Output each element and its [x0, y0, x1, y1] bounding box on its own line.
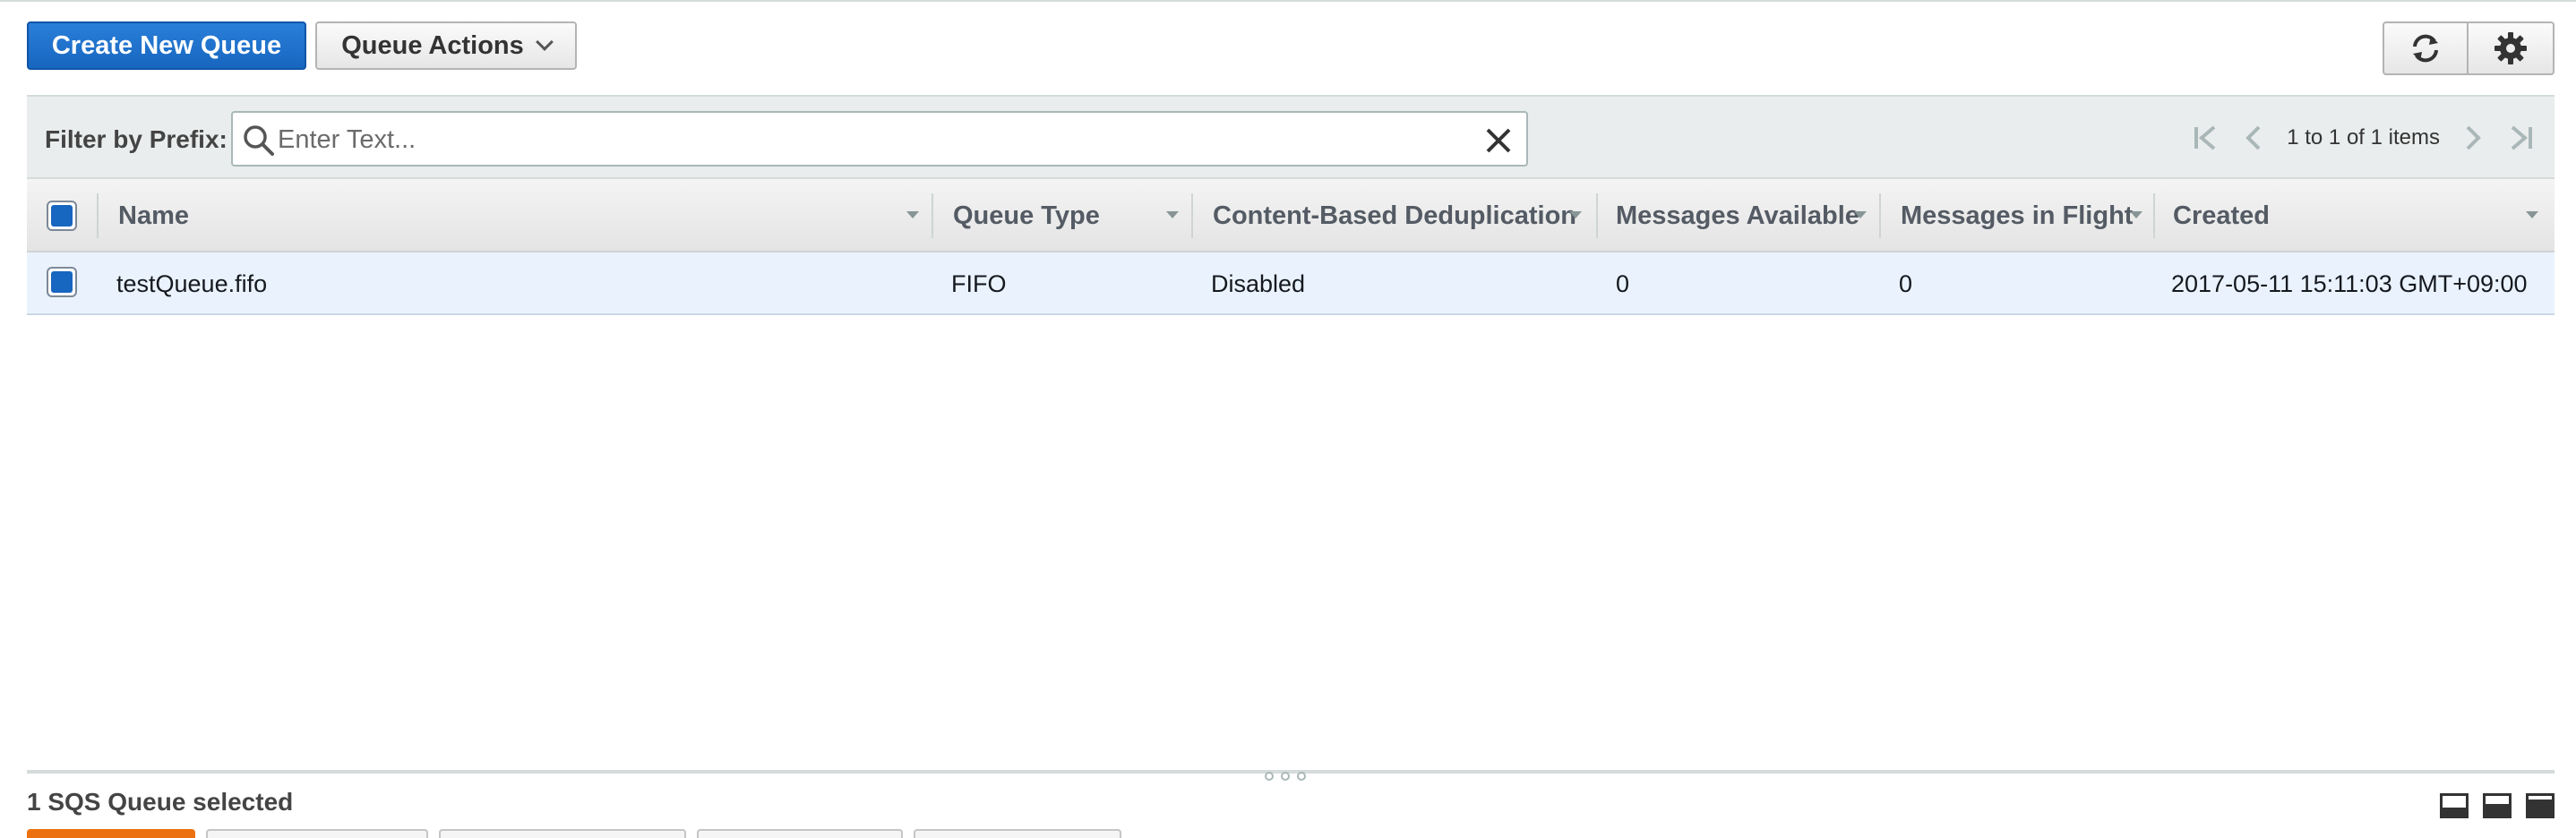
sort-arrow-icon[interactable]: [2526, 211, 2538, 218]
select-all-checkbox[interactable]: [47, 201, 77, 231]
selection-status: 1 SQS Queue selected: [27, 788, 294, 816]
sort-arrow-icon[interactable]: [906, 211, 919, 218]
pagination: 1 to 1 of 1 items: [2190, 116, 2537, 159]
cell-queue-type: FIFO: [951, 269, 1007, 297]
sort-arrow-icon[interactable]: [1854, 211, 1867, 218]
pagination-text: 1 to 1 of 1 items: [2287, 125, 2440, 150]
cell-dedup: Disabled: [1211, 269, 1306, 297]
column-header-messages-available[interactable]: Messages Available: [1616, 179, 1859, 252]
close-icon[interactable]: [1483, 125, 1514, 156]
cell-messages-in-flight: 0: [1899, 269, 1913, 297]
filter-bar: Filter by Prefix: 1 to 1 of 1 items: [27, 95, 2555, 177]
search-icon: [244, 125, 274, 156]
sort-arrow-icon[interactable]: [1569, 211, 1582, 218]
row-checkbox[interactable]: [47, 267, 77, 297]
column-header-dedup[interactable]: Content-Based Deduplication: [1213, 179, 1576, 252]
queue-actions-label: Queue Actions: [341, 30, 524, 60]
cell-name[interactable]: testQueue.fifo: [116, 252, 267, 315]
tab-monitoring[interactable]: [697, 829, 903, 838]
layout-bottom-half-icon[interactable]: [2483, 793, 2512, 818]
sort-arrow-icon[interactable]: [2130, 211, 2142, 218]
sort-arrow-icon[interactable]: [1166, 211, 1179, 218]
create-new-queue-label: Create New Queue: [51, 30, 282, 60]
chevron-down-icon: [535, 33, 554, 51]
gear-icon: [2494, 32, 2527, 64]
tab-permissions[interactable]: [206, 829, 428, 838]
column-header-name[interactable]: Name: [118, 179, 189, 252]
column-header-created[interactable]: Created: [2173, 179, 2270, 252]
table-row[interactable]: testQueue.fifo FIFO Disabled 0 0 2017-05…: [27, 252, 2555, 315]
refresh-icon: [2413, 34, 2438, 63]
create-new-queue-button[interactable]: Create New Queue: [27, 21, 306, 70]
layout-switcher: [2440, 793, 2555, 818]
queue-actions-dropdown[interactable]: Queue Actions: [315, 21, 577, 70]
queue-table: Name Queue Type Content-Based Deduplicat…: [27, 177, 2555, 315]
previous-page-icon[interactable]: [2238, 122, 2271, 154]
tab-details[interactable]: [27, 829, 195, 838]
top-border: [0, 0, 2576, 2]
layout-bottom-small-icon[interactable]: [2440, 793, 2469, 818]
filter-field[interactable]: [231, 111, 1528, 167]
next-page-icon[interactable]: [2456, 122, 2488, 154]
drag-handle[interactable]: [1265, 772, 1306, 781]
filter-input[interactable]: [278, 120, 1460, 159]
column-header-messages-in-flight[interactable]: Messages in Flight: [1901, 179, 2133, 252]
tab-tags[interactable]: [914, 829, 1121, 838]
layout-bottom-full-icon[interactable]: [2526, 793, 2555, 818]
first-page-icon[interactable]: [2190, 122, 2222, 154]
refresh-button[interactable]: [2383, 21, 2469, 75]
last-page-icon[interactable]: [2504, 122, 2537, 154]
table-header: Name Queue Type Content-Based Deduplicat…: [27, 177, 2555, 252]
tab-redrive-policy[interactable]: [439, 829, 686, 838]
cell-messages-available: 0: [1616, 269, 1630, 297]
filter-label: Filter by Prefix:: [45, 125, 228, 153]
cell-created: 2017-05-11 15:11:03 GMT+09:00: [2171, 269, 2528, 297]
settings-button[interactable]: [2467, 21, 2555, 75]
column-header-queue-type[interactable]: Queue Type: [953, 179, 1100, 252]
